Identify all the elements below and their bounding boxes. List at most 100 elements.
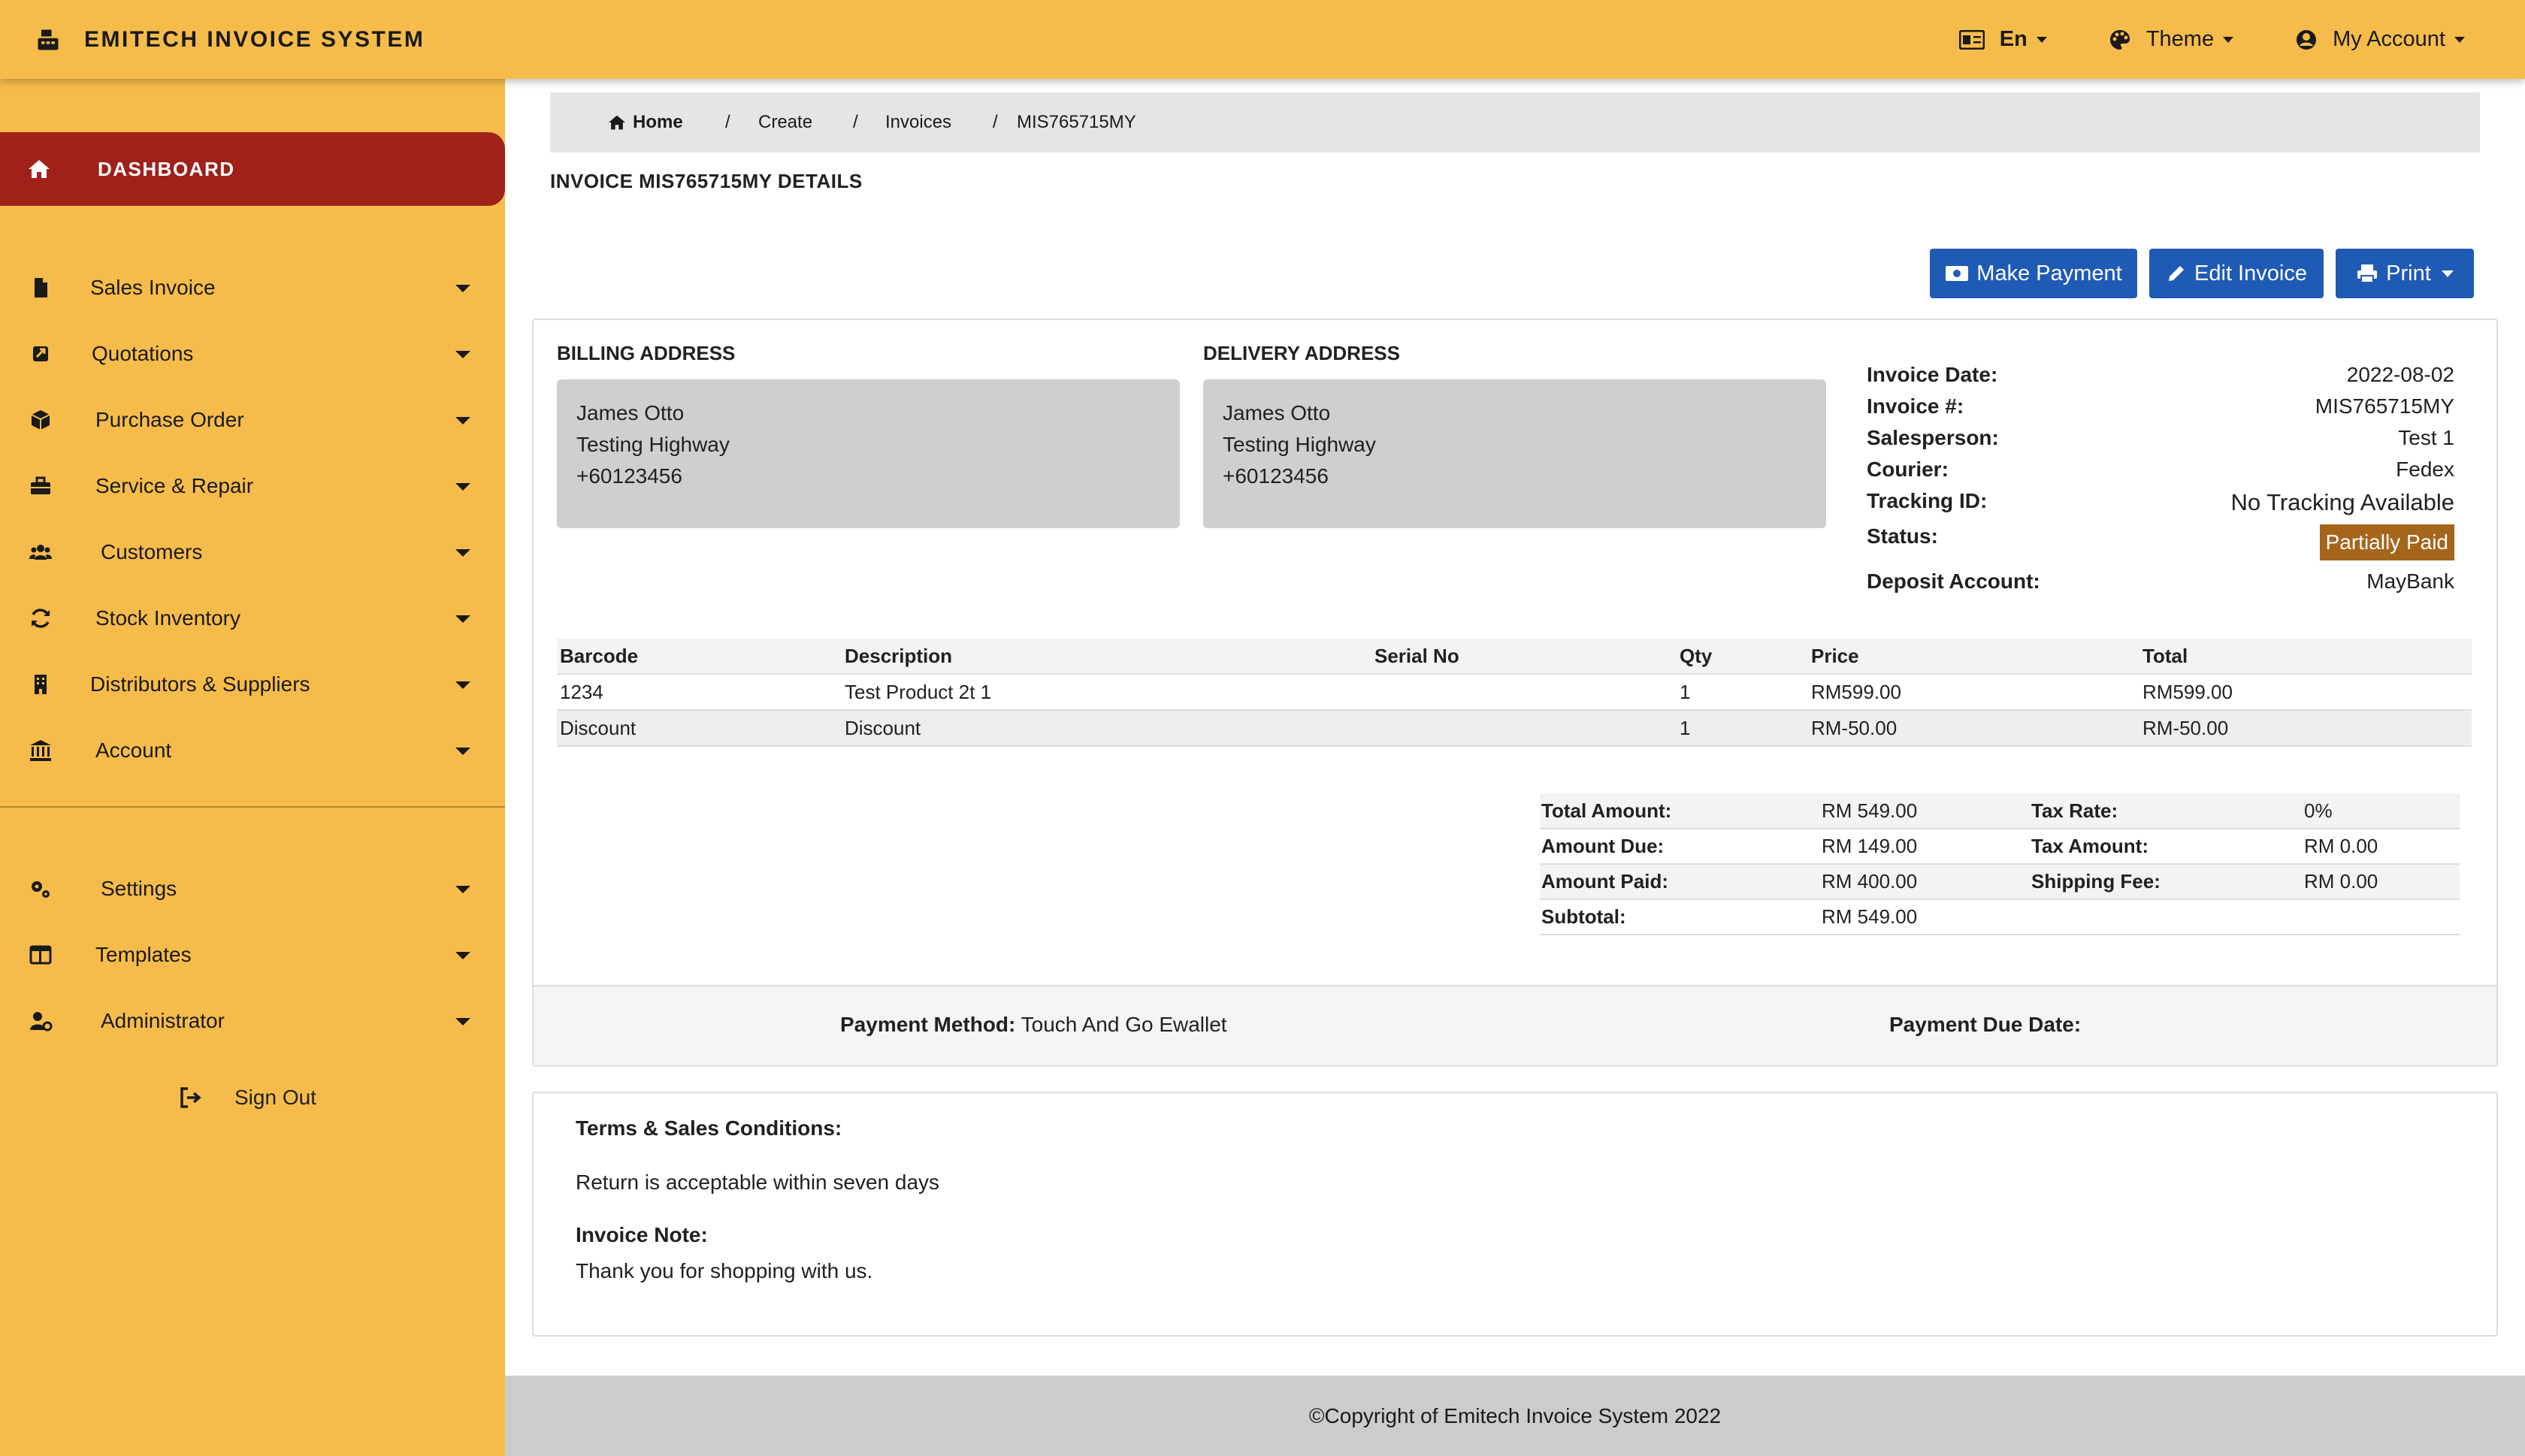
billing-address-heading: BILLING ADDRESS	[557, 342, 736, 364]
tracking-row: Tracking ID: No Tracking Available	[1867, 489, 2454, 516]
sidebar-item-purchase-order[interactable]: Purchase Order	[0, 394, 505, 446]
sidebar-item-settings[interactable]: Settings	[0, 862, 505, 915]
payment-method-label: Payment Method:	[840, 1013, 1016, 1036]
printer-icon	[2357, 264, 2378, 283]
cell-price: RM599.00	[1808, 674, 2139, 711]
delivery-address-box: James Otto Testing Highway +60123456	[1203, 379, 1826, 528]
terms-text: Return is acceptable within seven days	[576, 1171, 940, 1194]
caret-down-icon	[455, 748, 470, 755]
user-cog-icon	[30, 1012, 53, 1032]
deposit-account-row: Deposit Account: MayBank	[1867, 569, 2454, 594]
brand[interactable]: EMITECH INVOICE SYSTEM	[35, 26, 425, 53]
cell-barcode: 1234	[557, 674, 842, 711]
sidebar-item-stock-inventory[interactable]: Stock Inventory	[0, 592, 505, 645]
breadcrumb-invoices[interactable]: Invoices	[885, 112, 951, 133]
invoice-number-row: Invoice #: MIS765715MY	[1867, 394, 2454, 418]
invoice-note-text: Thank you for shopping with us.	[576, 1259, 873, 1282]
language-dropdown[interactable]: En	[1958, 27, 2047, 52]
caret-down-icon	[455, 285, 470, 292]
payment-info-footer: Payment Method: Touch And Go Ewallet Pay…	[534, 985, 2496, 1065]
delivery-street: Testing Highway	[1223, 433, 1376, 456]
salesperson-label: Salesperson:	[1867, 426, 1999, 449]
edit-invoice-button[interactable]: Edit Invoice	[2149, 249, 2324, 298]
edit-invoice-label: Edit Invoice	[2194, 261, 2307, 285]
print-label: Print	[2386, 261, 2431, 285]
sidebar-item-dashboard[interactable]: DASHBOARD	[0, 132, 505, 206]
building-icon	[35, 675, 47, 694]
sign-out-label: Sign Out	[234, 1086, 316, 1109]
table-header-row: Barcode Description Serial No Qty Price …	[557, 639, 2472, 675]
column-header-barcode: Barcode	[557, 639, 842, 675]
sign-out-icon	[180, 1087, 201, 1108]
tax-rate-value: 0%	[2303, 793, 2460, 829]
payment-method: Payment Method: Touch And Go Ewallet	[840, 1013, 1227, 1037]
breadcrumb-home[interactable]: Home	[607, 112, 683, 133]
home-icon	[609, 115, 625, 130]
money-bill-icon	[1946, 266, 1969, 281]
sidebar-item-customers[interactable]: Customers	[0, 526, 505, 578]
sidebar-item-label: Stock Inventory	[95, 606, 240, 630]
status-row: Status: Partially Paid	[1867, 524, 2454, 560]
sidebar-item-label: Settings	[101, 877, 177, 900]
totals-row: Amount Paid: RM 400.00 Shipping Fee: RM …	[1540, 864, 2460, 900]
payment-method-value: Touch And Go Ewallet	[1021, 1013, 1227, 1036]
print-dropdown-button[interactable]: Print	[2336, 249, 2474, 298]
sidebar-item-administrator[interactable]: Administrator	[0, 995, 505, 1047]
empty-cell	[2303, 899, 2460, 935]
sidebar-divider	[0, 806, 505, 808]
sidebar-item-label: Purchase Order	[95, 408, 244, 431]
quote-icon	[33, 346, 48, 361]
breadcrumb-create[interactable]: Create	[758, 112, 812, 133]
sidebar-item-distributors-suppliers[interactable]: Distributors & Suppliers	[0, 658, 505, 711]
table-row: Discount Discount 1 RM-50.00 RM-50.00	[557, 710, 2472, 747]
theme-dropdown[interactable]: Theme	[2109, 27, 2234, 52]
cell-total: RM-50.00	[2139, 710, 2472, 747]
empty-cell	[2030, 899, 2303, 935]
billing-name: James Otto	[576, 401, 685, 424]
courier-row: Courier: Fedex	[1867, 458, 2454, 482]
table-row: 1234 Test Product 2t 1 1 RM599.00 RM599.…	[557, 674, 2472, 711]
delivery-address-heading: DELIVERY ADDRESS	[1203, 342, 1400, 364]
sidebar-item-label: Sales Invoice	[90, 276, 216, 299]
shipping-fee-value: RM 0.00	[2303, 864, 2460, 900]
account-label: My Account	[2333, 27, 2445, 51]
status-label: Status:	[1867, 524, 1938, 548]
cell-description: Discount	[842, 710, 1371, 747]
payment-due-date-label: Payment Due Date:	[1889, 1013, 2082, 1036]
courier-value: Fedex	[2396, 458, 2454, 481]
deposit-account-value: MayBank	[2366, 569, 2454, 593]
delivery-name: James Otto	[1223, 401, 1331, 424]
caret-down-icon	[455, 417, 470, 424]
gears-icon	[32, 881, 50, 898]
sign-out-link[interactable]: Sign Out	[179, 1086, 316, 1110]
invoice-items-table: Barcode Description Serial No Qty Price …	[557, 639, 2472, 747]
make-payment-button[interactable]: Make Payment	[1930, 249, 2137, 298]
caret-down-icon	[455, 952, 470, 959]
sidebar-item-account[interactable]: Account	[0, 724, 505, 777]
caret-down-icon	[455, 1018, 470, 1026]
salesperson-value: Test 1	[2398, 426, 2454, 449]
totals-row: Subtotal: RM 549.00	[1540, 899, 2460, 935]
copyright-text: ©Copyright of Emitech Invoice System 202…	[1308, 1403, 1722, 1427]
cell-qty: 1	[1677, 710, 1808, 747]
column-header-price: Price	[1808, 639, 2139, 675]
chevron-down-icon	[2036, 36, 2047, 43]
sidebar-item-templates[interactable]: Templates	[0, 929, 505, 981]
cash-register-icon	[38, 29, 59, 50]
sidebar-item-label: Administrator	[101, 1009, 225, 1032]
tax-amount-value: RM 0.00	[2303, 829, 2460, 865]
sidebar-item-service-repair[interactable]: Service & Repair	[0, 460, 505, 512]
cell-total: RM599.00	[2139, 674, 2472, 711]
amount-paid-value: RM 400.00	[1820, 864, 2030, 900]
sidebar-item-quotations[interactable]: Quotations	[0, 328, 505, 380]
make-payment-label: Make Payment	[1976, 261, 2122, 285]
page-title: INVOICE MIS765715MY DETAILS	[550, 170, 863, 192]
terms-heading: Terms & Sales Conditions:	[576, 1116, 842, 1140]
top-menu: En Theme My Account	[1898, 0, 2465, 79]
sidebar: DASHBOARD Sales Invoice Quotations Purch…	[0, 79, 505, 1456]
sidebar-item-sales-invoice[interactable]: Sales Invoice	[0, 261, 505, 314]
breadcrumb-home-label: Home	[633, 112, 683, 132]
tracking-value: No Tracking Available	[2230, 489, 2454, 515]
sync-icon	[32, 609, 50, 628]
account-dropdown[interactable]: My Account	[2295, 27, 2465, 52]
